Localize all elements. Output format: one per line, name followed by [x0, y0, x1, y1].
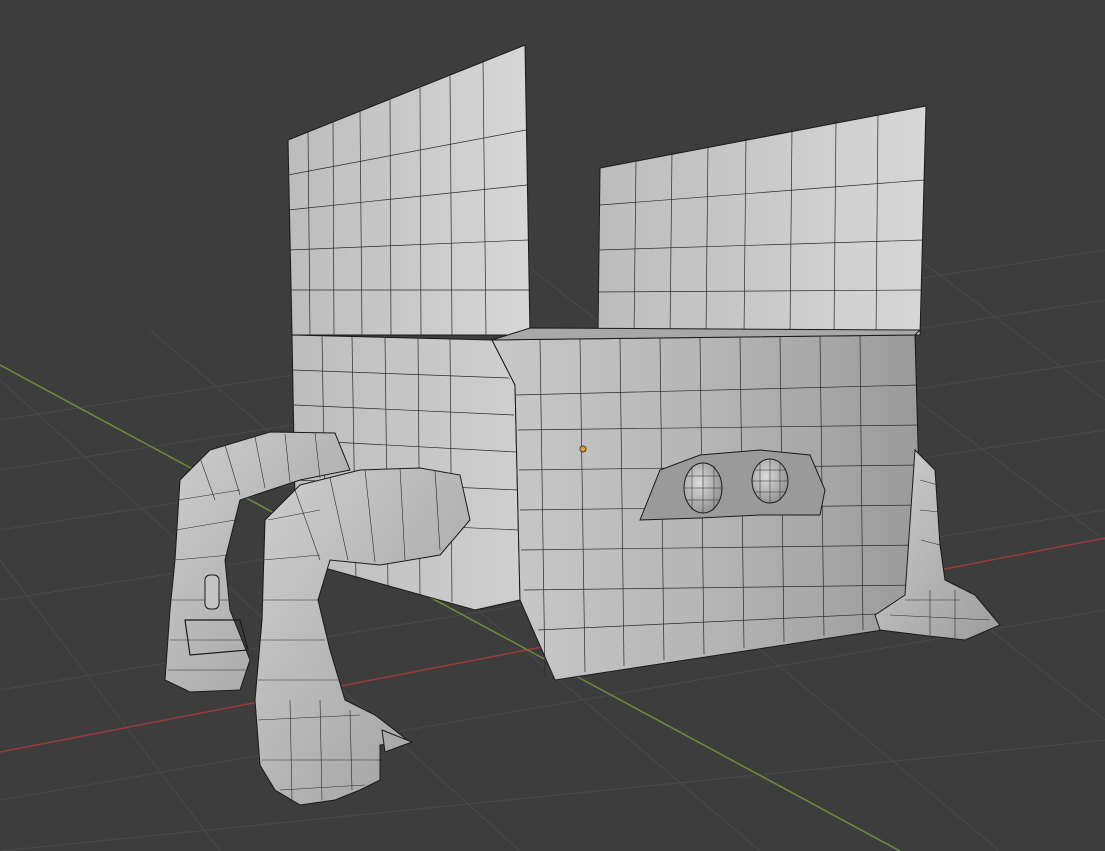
shoe-tag — [204, 574, 220, 610]
back-panel-left[interactable] — [287, 44, 531, 336]
front-leg[interactable] — [254, 467, 471, 806]
object-origin[interactable] — [579, 445, 587, 453]
viewport-canvas — [0, 44, 1105, 851]
3d-viewport[interactable] — [0, 0, 1105, 851]
back-panel-right[interactable] — [597, 105, 927, 336]
